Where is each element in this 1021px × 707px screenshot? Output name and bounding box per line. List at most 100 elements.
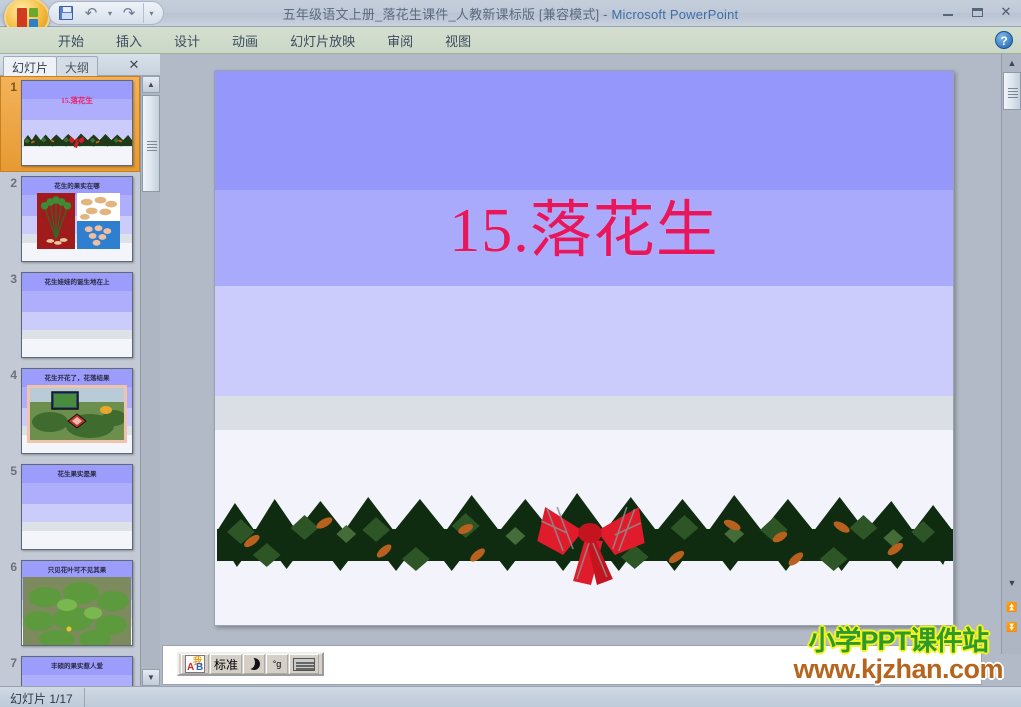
- list-item[interactable]: 4 花生开花了，花落结果: [0, 364, 140, 460]
- thumbnail-photo: [27, 385, 127, 443]
- peanut-kernels-icon: [84, 225, 112, 246]
- status-divider: [84, 688, 85, 707]
- title-bar: 五年级语文上册_落花生课件_人教新课标版 [兼容模式] - Microsoft …: [0, 0, 1021, 37]
- slide-number: 6: [10, 560, 17, 574]
- peanut-plant-icon: [40, 196, 72, 245]
- pine-garland-decoration-icon: [217, 493, 953, 585]
- slide-thumbnail[interactable]: 只见花叶可不见其果: [21, 560, 133, 646]
- close-button[interactable]: ✕: [995, 3, 1017, 21]
- scrollbar-grip-icon: [1008, 88, 1018, 98]
- scrollbar-grip-icon: [147, 141, 157, 151]
- slide-canvas[interactable]: 15.落花生: [214, 70, 954, 626]
- slide-band-4: [215, 396, 953, 430]
- watermark: 小学PPT课件站 www.kjzhan.com: [793, 628, 1003, 683]
- thumbnail-title: 花生开花了，花落结果: [44, 375, 110, 382]
- tab-review[interactable]: 审阅: [374, 27, 426, 54]
- watermark-line-1: 小学PPT课件站: [808, 626, 989, 656]
- slide-scrollbar[interactable]: ▲ ▼ ⏫ ⏬: [1001, 54, 1021, 654]
- thumbnail-photo: [23, 577, 131, 645]
- tab-slideshow[interactable]: 幻灯片放映: [277, 27, 368, 54]
- list-item[interactable]: 5 花生果实是果: [0, 460, 140, 556]
- slide-number: 7: [10, 656, 17, 670]
- slides-pane-tabs: 幻灯片 大纲 ✕: [0, 54, 160, 76]
- thumbnail-photo: [77, 193, 120, 221]
- tab-design[interactable]: 设计: [161, 27, 213, 54]
- redo-icon[interactable]: ↷: [118, 3, 140, 23]
- slide-thumbnail[interactable]: 花生娃娃的诞生地在上: [21, 272, 133, 358]
- peanut-leaves-icon: [23, 577, 131, 645]
- tab-animations[interactable]: 动画: [219, 27, 271, 54]
- slide-thumbnail[interactable]: 花生果实是果: [21, 464, 133, 550]
- scrollbar-thumb[interactable]: [1003, 72, 1021, 110]
- office-logo-icon: [17, 8, 39, 29]
- save-icon[interactable]: [55, 3, 77, 23]
- help-icon[interactable]: ?: [995, 31, 1013, 49]
- slide-thumbnail-list[interactable]: 1 15.落花生 2 花生的果实在哪 3 花生娃娃的诞生地在上 4 花生开花了，…: [0, 76, 140, 686]
- undo-dropdown-icon[interactable]: ▾: [105, 3, 115, 23]
- moon-icon[interactable]: [243, 654, 266, 674]
- scrollbar-thumb[interactable]: [142, 95, 160, 192]
- list-item[interactable]: 3 花生娃娃的诞生地在上: [0, 268, 140, 364]
- scroll-up-icon[interactable]: ▲: [1003, 54, 1021, 71]
- tab-home[interactable]: 开始: [45, 27, 97, 54]
- next-slide-button[interactable]: ⏬: [1003, 619, 1021, 636]
- tab-view[interactable]: 视图: [432, 27, 484, 54]
- list-item[interactable]: 7 丰硕的果实惹人爱: [0, 652, 140, 686]
- status-bar: 幻灯片 1/17: [0, 686, 1021, 707]
- list-item[interactable]: 2 花生的果实在哪: [0, 172, 140, 268]
- slide-number: 5: [10, 464, 17, 478]
- tab-insert[interactable]: 插入: [103, 27, 155, 54]
- slide-band-1: [215, 71, 953, 190]
- pane-tab-outline[interactable]: 大纲: [56, 56, 99, 76]
- previous-slide-button[interactable]: ⏫: [1003, 599, 1021, 616]
- slides-pane: 幻灯片 大纲 ✕ 1 15.落花生 2 花生的果实在哪 3 花生娃娃的诞生地在上…: [0, 54, 160, 686]
- thumbnail-photo: [37, 193, 75, 249]
- slide-thumbnail[interactable]: 花生的果实在哪: [21, 176, 133, 262]
- slide-number: 1: [10, 80, 17, 94]
- flowering-peanut-icon: [30, 388, 126, 440]
- thumbnail-title: 花生果实是果: [57, 471, 97, 478]
- quick-access-toolbar: ↶ ▾ ↷ ▾: [48, 1, 164, 25]
- peanuts-icon: [79, 196, 118, 220]
- scroll-down-icon[interactable]: ▼: [142, 669, 160, 686]
- watermark-line-2: www.kjzhan.com: [793, 654, 1003, 684]
- garland-icon: [24, 133, 132, 148]
- document-title: 五年级语文上册_落花生课件_人教新课标版 [兼容模式] -: [282, 7, 612, 22]
- thumbnail-photo: [77, 221, 120, 249]
- scroll-down-icon[interactable]: ▼: [1003, 574, 1021, 591]
- customize-qat-icon[interactable]: ▾: [143, 3, 159, 23]
- ribbon-tab-strip: 开始 插入 设计 动画 幻灯片放映 审阅 视图 ?: [0, 27, 1021, 54]
- slide-number: 2: [10, 176, 17, 190]
- list-item[interactable]: 6 只见花叶可不见其果: [0, 556, 140, 652]
- thumbnail-title: 花生的果实在哪: [54, 183, 100, 190]
- thumbnail-title: 15.落花生: [61, 96, 93, 105]
- thumbnail-title: 花生娃娃的诞生地在上: [44, 279, 110, 286]
- scroll-up-icon[interactable]: ▲: [142, 76, 160, 93]
- thumbnail-title: 只见花叶可不见其果: [47, 567, 107, 574]
- close-pane-icon[interactable]: ✕: [126, 57, 142, 73]
- undo-icon[interactable]: ↶: [80, 3, 102, 23]
- slide-thumbnail[interactable]: 15.落花生: [21, 80, 133, 166]
- slide-title-text[interactable]: 15.落花生: [215, 179, 953, 269]
- minimize-button[interactable]: [937, 3, 959, 21]
- application-name: Microsoft PowerPoint: [611, 7, 739, 22]
- ime-logo-icon[interactable]: A我B: [181, 654, 209, 674]
- ribbon-tabs: 开始 插入 设计 动画 幻灯片放映 审阅 视图: [45, 27, 490, 54]
- pane-tab-slides[interactable]: 幻灯片: [3, 56, 58, 76]
- powerpoint-window: 五年级语文上册_落花生课件_人教新课标版 [兼容模式] - Microsoft …: [0, 0, 1021, 707]
- ime-language-bar[interactable]: A我B 标准 °ɡ: [177, 652, 325, 676]
- slide-number: 4: [10, 368, 17, 382]
- thumbnail-title: 丰硕的果实惹人爱: [51, 663, 103, 670]
- restore-button[interactable]: [966, 3, 988, 21]
- ime-mode-button[interactable]: 标准: [210, 654, 243, 674]
- slide-counter: 幻灯片 1/17: [10, 692, 73, 706]
- slide-thumbnail[interactable]: 丰硕的果实惹人爱: [21, 656, 133, 686]
- window-controls: ✕: [937, 3, 1017, 21]
- slide-editing-area: 15.落花生 ▲ ▼ ⏫ ⏬: [160, 54, 1021, 686]
- keyboard-icon[interactable]: [289, 654, 320, 674]
- list-item[interactable]: 1 15.落花生: [0, 76, 140, 172]
- slide-thumbnail[interactable]: 花生开花了，花落结果: [21, 368, 133, 454]
- slides-pane-scrollbar[interactable]: ▲ ▼: [140, 76, 160, 686]
- slide-band-3: [215, 286, 953, 396]
- punctuation-icon[interactable]: °ɡ: [266, 654, 289, 674]
